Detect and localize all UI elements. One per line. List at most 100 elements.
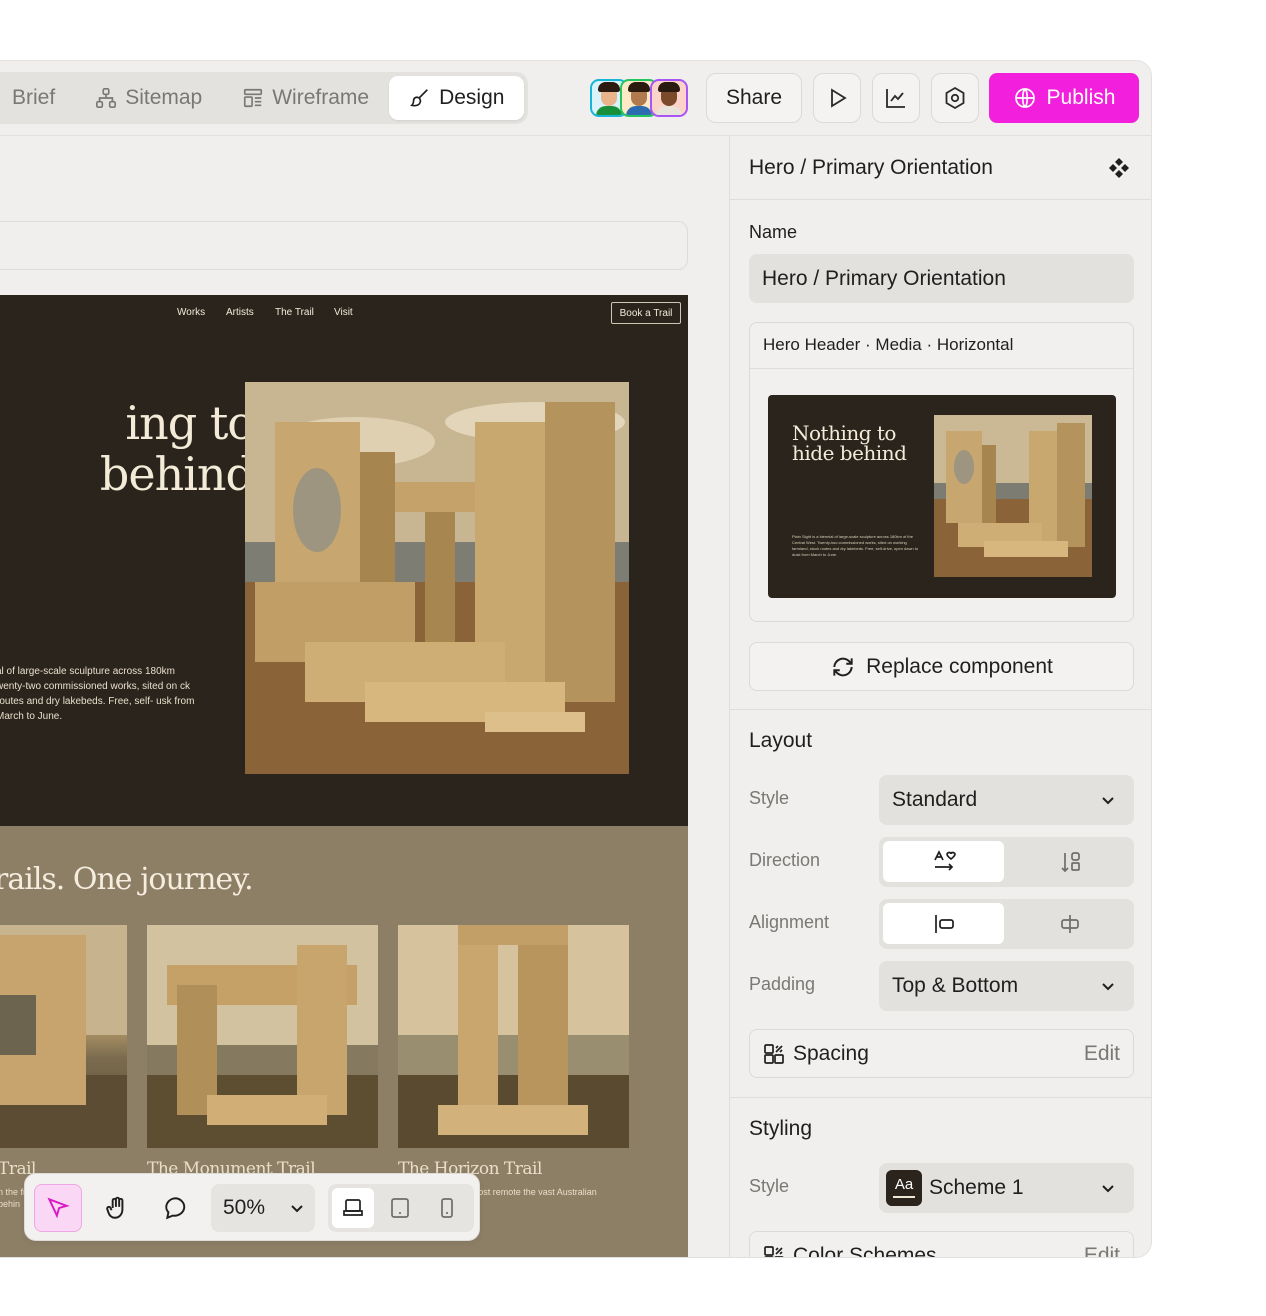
share-button[interactable]: Share [706,73,802,123]
publish-button[interactable]: Publish [989,73,1139,123]
hero-section[interactable]: Works Artists The Trail Visit Book a Tra… [0,295,688,826]
comment-tool[interactable] [152,1184,200,1232]
padding-label: Padding [749,974,816,994]
trail-image-illustration [398,925,629,1148]
zoom-value: 50% [223,1196,266,1219]
play-icon [831,88,847,108]
color-scheme-select[interactable]: Aa Scheme 1 [879,1163,1134,1213]
hand-icon [106,1196,124,1219]
publish-label: Publish [1046,86,1116,109]
spacing-row[interactable]: Spacing Edit [749,1029,1134,1078]
nav-link-visit[interactable]: Visit [334,307,353,318]
preview-image [934,415,1092,577]
trail-card-image[interactable] [398,925,629,1148]
align-left-button[interactable] [883,903,1004,944]
preview-button[interactable] [813,73,861,123]
preview-sculpture-illustration [934,415,1092,577]
app-window: Brief Sitemap Wireframe Design Share Pub… [0,60,1152,1258]
trail-card-image[interactable] [0,925,127,1148]
direction-label: Direction [749,850,821,870]
mobile-view-button[interactable] [426,1188,468,1228]
trail-card-image[interactable] [147,925,378,1148]
canvas-toolbar: 50% [24,1173,480,1241]
phone-icon [441,1198,453,1218]
comment-icon [165,1197,186,1220]
direction-horizontal-button[interactable] [883,841,1004,882]
spacing-icon [764,1044,784,1064]
layout-style-label: Style [749,788,790,808]
name-field-value: Hero / Primary Orientation [762,266,1006,290]
panel-title: Hero / Primary Orientation [749,156,993,179]
tablet-view-button[interactable] [379,1188,421,1228]
horizontal-direction-icon [933,849,956,871]
nav-link-the-trail[interactable]: The Trail [275,307,314,318]
component-icon [1109,158,1129,178]
alignment-toggle [879,899,1134,949]
component-title: Hero Header · Media · Horizontal [763,335,1014,354]
design-canvas[interactable]: Works Artists The Trail Visit Book a Tra… [0,136,729,1257]
properties-panel: Hero / Primary Orientation Name Hero / P… [729,136,1151,1258]
sculpture-illustration [245,382,629,774]
tab-brief[interactable]: Brief [0,76,75,120]
browser-address-bar [0,221,688,270]
tab-sitemap[interactable]: Sitemap [75,76,222,120]
align-left-icon [934,914,954,933]
direction-vertical-button[interactable] [1009,841,1130,882]
vertical-direction-icon [1060,851,1080,872]
styling-style-label: Style [749,1176,790,1196]
padding-select[interactable]: Top & Bottom [879,961,1134,1011]
collaborators[interactable] [590,79,688,117]
site-preview[interactable]: Works Artists The Trail Visit Book a Tra… [0,295,688,1257]
book-trail-button[interactable]: Book a Trail [611,302,681,324]
tab-wireframe-label: Wireframe [272,86,370,109]
scheme-swatch: Aa [886,1170,922,1206]
hero-heading-line: ing to [125,396,255,450]
align-center-button[interactable] [1009,903,1130,944]
spacing-edit-link[interactable]: Edit [1084,1042,1120,1066]
color-schemes-label: Color Schemes [793,1244,937,1258]
hero-description: al of large-scale sculpture across 180km… [0,666,195,722]
device-switcher [328,1184,474,1232]
replace-component-button[interactable]: Replace component [749,642,1134,691]
name-label: Name [749,222,798,242]
nav-link-artists[interactable]: Artists [226,307,254,318]
settings-button[interactable] [931,73,979,123]
color-schemes-edit-link[interactable]: Edit [1084,1244,1120,1257]
color-schemes-icon [764,1246,784,1257]
avatar[interactable] [650,79,688,117]
desktop-view-button[interactable] [332,1188,374,1228]
color-scheme-value: Scheme 1 [929,1176,1024,1199]
select-tool[interactable] [34,1184,82,1232]
gear-icon [945,86,965,110]
tab-design[interactable]: Design [389,76,525,120]
chevron-down-icon [1102,797,1114,805]
tablet-icon [391,1198,409,1218]
trails-heading: rails. One journey. [0,862,254,897]
trail-image-illustration [147,925,378,1148]
preview-heading: Nothing to hide behind [792,421,907,465]
tab-brief-label: Brief [12,86,56,109]
section-divider [730,1097,1151,1098]
top-bar: Brief Sitemap Wireframe Design Share Pub… [0,61,1151,136]
padding-value: Top & Bottom [892,974,1019,997]
name-field[interactable]: Hero / Primary Orientation [749,254,1134,303]
spacing-label: Spacing [793,1042,869,1065]
hero-heading-line: behind [99,447,255,501]
tab-wireframe[interactable]: Wireframe [222,76,389,120]
nav-link-works[interactable]: Works [177,307,205,318]
component-card[interactable]: Hero Header · Media · Horizontal Nothing… [749,322,1134,622]
zoom-dropdown[interactable]: 50% [211,1184,315,1232]
tab-sitemap-label: Sitemap [125,86,203,109]
hand-tool[interactable] [93,1184,141,1232]
layout-style-select[interactable]: Standard [879,775,1134,825]
laptop-icon [343,1199,363,1216]
analytics-button[interactable] [872,73,920,123]
chevron-down-icon [291,1205,303,1213]
replace-label: Replace component [866,654,1053,678]
component-preview: Nothing to hide behind Plain Sight is a … [768,395,1116,598]
hero-heading: ing to behind [0,396,255,501]
color-schemes-row[interactable]: Color Schemes Edit [749,1231,1134,1258]
layout-style-value: Standard [892,788,978,811]
wireframe-icon [244,88,263,108]
trail-image-illustration [0,925,127,1148]
